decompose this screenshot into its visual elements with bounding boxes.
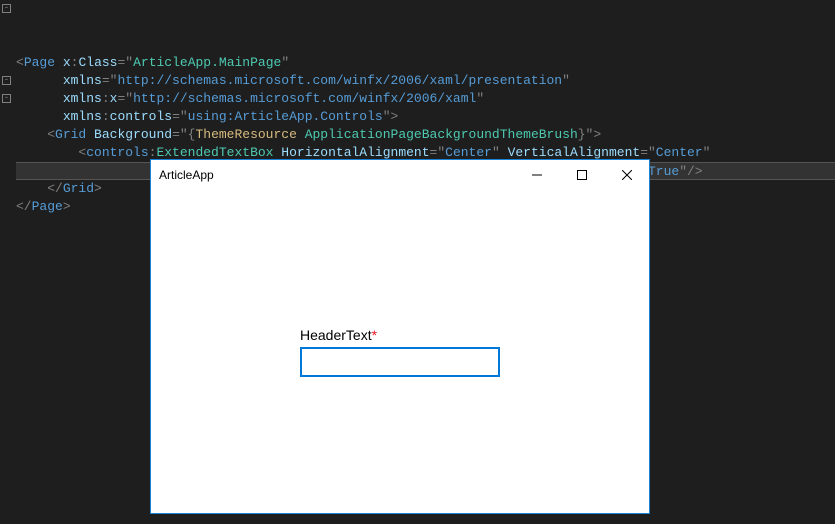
code-line[interactable]: <Page x:Class="ArticleApp.MainPage" [16, 54, 835, 72]
code-token: " [703, 145, 711, 160]
code-token: < [16, 55, 24, 70]
code-token: " [281, 55, 289, 70]
app-body: HeaderText* [151, 190, 649, 513]
code-token: " [492, 145, 508, 160]
fold-toggle[interactable]: - [2, 76, 11, 85]
code-token: controls [110, 109, 172, 124]
code-token [55, 55, 63, 70]
code-token: }"> [578, 127, 601, 142]
code-token: : [102, 91, 110, 106]
code-token [297, 127, 305, 142]
code-token [16, 109, 63, 124]
code-token: </ [16, 181, 63, 196]
code-token: =" [640, 145, 656, 160]
code-line[interactable]: xmlns:controls="using:ArticleApp.Control… [16, 108, 835, 126]
app-window: ArticleApp HeaderText* [150, 159, 650, 514]
code-token: > [63, 199, 71, 214]
code-token: Background [94, 127, 172, 142]
textbox-input[interactable] [300, 347, 500, 377]
code-token: Class [78, 55, 117, 70]
code-token: ThemeResource [195, 127, 296, 142]
code-token: =" [430, 145, 446, 160]
code-token: > [94, 181, 102, 196]
code-token: Center [656, 145, 703, 160]
code-token: " [476, 91, 484, 106]
code-token: =" [172, 109, 188, 124]
code-token: ExtendedTextBox [156, 145, 273, 160]
code-line[interactable]: xmlns:x="http://schemas.microsoft.com/wi… [16, 90, 835, 108]
extended-textbox: HeaderText* [300, 327, 500, 377]
code-token: < [16, 145, 86, 160]
code-token: ArticleApp.MainPage [133, 55, 281, 70]
code-line[interactable]: xmlns="http://schemas.microsoft.com/winf… [16, 72, 835, 90]
maximize-button[interactable] [559, 160, 604, 190]
code-token: x [63, 55, 71, 70]
code-token: "> [383, 109, 399, 124]
code-token: True [648, 164, 679, 179]
code-token: xmlns [63, 91, 102, 106]
window-titlebar[interactable]: ArticleApp [151, 160, 649, 190]
code-token: Page [32, 199, 63, 214]
code-token [86, 127, 94, 142]
fold-gutter: - - - [0, 0, 14, 234]
code-token: using:ArticleApp.Controls [188, 109, 383, 124]
code-token [16, 73, 63, 88]
code-token: http://schemas.microsoft.com/winfx/2006/… [133, 91, 476, 106]
fold-toggle[interactable]: - [2, 94, 11, 103]
code-token [16, 91, 63, 106]
minimize-icon [532, 170, 542, 180]
minimize-button[interactable] [514, 160, 559, 190]
window-title: ArticleApp [159, 168, 514, 182]
code-token: Page [24, 55, 55, 70]
code-token: "/> [679, 164, 702, 179]
code-line[interactable]: <Grid Background="{ThemeResource Applica… [16, 126, 835, 144]
code-token: =" [102, 73, 118, 88]
code-token: </ [16, 199, 32, 214]
code-token: " [562, 73, 570, 88]
textbox-header: HeaderText* [300, 327, 500, 343]
code-token: http://schemas.microsoft.com/winfx/2006/… [117, 73, 562, 88]
code-token: Center [445, 145, 492, 160]
code-token: xmlns [63, 73, 102, 88]
code-token: xmlns [63, 109, 102, 124]
window-controls [514, 160, 649, 190]
close-icon [622, 170, 632, 180]
maximize-icon [577, 170, 587, 180]
code-token: : [102, 109, 110, 124]
code-token: controls [86, 145, 148, 160]
fold-toggle[interactable]: - [2, 4, 11, 13]
code-token: ="{ [172, 127, 195, 142]
code-token: Grid [55, 127, 86, 142]
code-token: Grid [63, 181, 94, 196]
code-token: < [16, 127, 55, 142]
code-token: ApplicationPageBackgroundThemeBrush [305, 127, 578, 142]
code-token: VerticalAlignment [508, 145, 641, 160]
code-token: HorizontalAlignment [281, 145, 429, 160]
header-text: HeaderText [300, 327, 372, 343]
close-button[interactable] [604, 160, 649, 190]
code-token: =" [117, 91, 133, 106]
required-asterisk: * [372, 327, 377, 343]
code-token: =" [117, 55, 133, 70]
